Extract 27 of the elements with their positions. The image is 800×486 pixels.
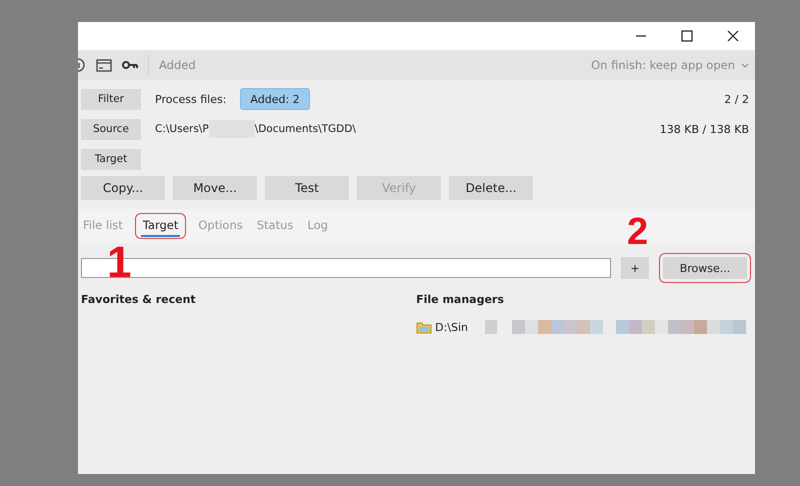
file-count: 2 / 2 [724, 92, 749, 106]
browse-button[interactable]: Browse... [663, 257, 747, 279]
process-files-label: Process files: [155, 92, 226, 106]
filter-button[interactable]: Filter [81, 88, 141, 110]
info-icon[interactable] [78, 58, 86, 72]
action-button[interactable]: Test [265, 176, 349, 200]
annotation-number: 2 [627, 213, 648, 251]
action-button[interactable]: Copy... [81, 176, 165, 200]
target-button[interactable]: Target [81, 148, 141, 170]
file-managers-heading: File managers [416, 293, 505, 306]
annotation-number: 1 [107, 241, 132, 285]
add-button[interactable]: + [621, 257, 649, 279]
source-button[interactable]: Source [81, 118, 141, 140]
file-size: 138 KB / 138 KB [660, 122, 749, 136]
action-button[interactable]: Delete... [449, 176, 533, 200]
file-manager-item[interactable]: D:\Sin [435, 320, 468, 334]
close-icon[interactable] [727, 30, 739, 42]
maximize-icon[interactable] [681, 30, 693, 42]
source-path: C:\Users\P \Documents\TGDD\ [155, 120, 356, 138]
added-badge[interactable]: Added: 2 [240, 88, 310, 110]
card-icon[interactable] [96, 58, 112, 72]
chevron-down-icon [741, 62, 749, 68]
favorites-heading: Favorites & recent [81, 293, 197, 306]
key-icon[interactable] [122, 60, 138, 70]
folder-icon [416, 320, 432, 334]
status-text: Added [159, 58, 196, 72]
action-button[interactable]: Move... [173, 176, 257, 200]
